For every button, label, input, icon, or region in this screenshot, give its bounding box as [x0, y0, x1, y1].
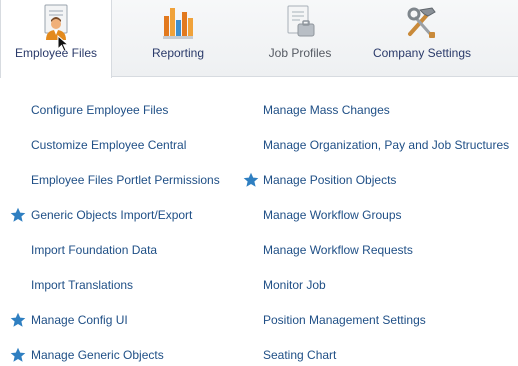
job-profiles-icon: [280, 2, 320, 42]
link-label: Manage Workflow Groups: [263, 208, 402, 222]
tab-label: Reporting: [151, 46, 205, 60]
link-label: Import Translations: [31, 278, 134, 292]
link-manage-position-objects[interactable]: Manage Position Objects: [243, 170, 517, 190]
link-label: Import Foundation Data: [31, 243, 158, 257]
link-label: Generic Objects Import/Export: [31, 208, 193, 222]
link-manage-config-ui[interactable]: Manage Config UI: [10, 310, 245, 330]
link-label: Customize Employee Central: [31, 138, 187, 152]
link-label: Manage Config UI: [31, 313, 128, 327]
link-label: Seating Chart: [263, 348, 337, 362]
link-configure-employee-files[interactable]: Configure Employee Files: [10, 100, 245, 120]
company-settings-tools-icon: [402, 2, 442, 42]
tab-job-profiles[interactable]: Job Profiles: [244, 0, 356, 77]
link-label: Manage Organization, Pay and Job Structu…: [263, 138, 510, 152]
link-label: Monitor Job: [263, 278, 326, 292]
link-manage-organization-pay-job-structures[interactable]: Manage Organization, Pay and Job Structu…: [243, 135, 517, 155]
star-icon: [10, 347, 26, 363]
link-label: Configure Employee Files: [31, 103, 169, 117]
link-label: Manage Generic Objects: [31, 348, 164, 362]
star-icon: [243, 172, 259, 188]
link-seating-chart[interactable]: Seating Chart: [243, 345, 517, 365]
tab-company-settings[interactable]: Company Settings: [360, 0, 484, 77]
link-label: Manage Mass Changes: [263, 103, 390, 117]
link-label: Position Management Settings: [263, 313, 426, 327]
link-import-translations[interactable]: Import Translations: [10, 275, 245, 295]
link-label: Manage Position Objects: [263, 173, 397, 187]
top-navigation-bar: Employee Files Reporting Job Profiles Co…: [0, 0, 518, 78]
link-customize-employee-central[interactable]: Customize Employee Central: [10, 135, 245, 155]
link-position-management-settings[interactable]: Position Management Settings: [243, 310, 517, 330]
star-icon: [10, 312, 26, 328]
link-label: Manage Workflow Requests: [263, 243, 413, 257]
tab-reporting[interactable]: Reporting: [122, 0, 234, 77]
star-icon: [10, 207, 26, 223]
link-generic-objects-import-export[interactable]: Generic Objects Import/Export: [10, 205, 245, 225]
link-label: Employee Files Portlet Permissions: [31, 173, 220, 187]
link-manage-mass-changes[interactable]: Manage Mass Changes: [243, 100, 517, 120]
tab-label: Company Settings: [372, 46, 472, 60]
link-manage-workflow-groups[interactable]: Manage Workflow Groups: [243, 205, 517, 225]
link-manage-workflow-requests[interactable]: Manage Workflow Requests: [243, 240, 517, 260]
reporting-chart-icon: [158, 2, 198, 42]
link-monitor-job[interactable]: Monitor Job: [243, 275, 517, 295]
admin-links-panel: Configure Employee Files Customize Emplo…: [0, 78, 518, 366]
link-manage-generic-objects[interactable]: Manage Generic Objects: [10, 345, 245, 365]
tab-label: Job Profiles: [268, 46, 332, 60]
link-import-foundation-data[interactable]: Import Foundation Data: [10, 240, 245, 260]
tab-label: Employee Files: [14, 46, 98, 60]
link-employee-files-portlet-permissions[interactable]: Employee Files Portlet Permissions: [10, 170, 245, 190]
tab-employee-files[interactable]: Employee Files: [0, 0, 112, 78]
